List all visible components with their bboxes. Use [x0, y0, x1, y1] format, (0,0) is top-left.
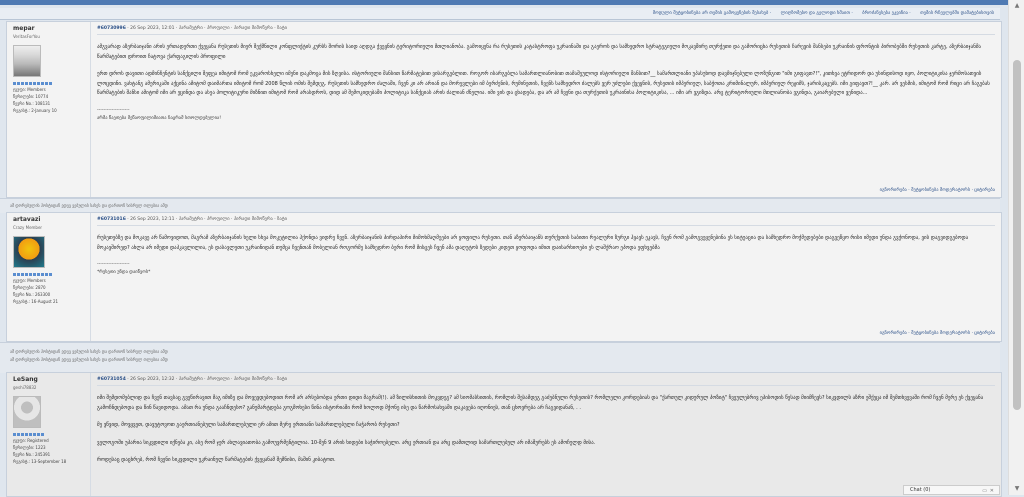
post-user-pane: artavazi Crazy Member ჯგუფი: Members წერ… — [7, 213, 91, 341]
post-user-title: Crazy Member — [13, 225, 43, 230]
post-header: #60731054 · 26 Sep 2023, 12:32 · პარამეტ… — [97, 377, 995, 382]
chat-widget[interactable]: Chat (0) ▭ ✕ — [903, 485, 1000, 495]
post-paragraph: ველოგოში უპარია სიკვდილი იქნება კი, ასე … — [97, 439, 596, 446]
user-stat: ჯგუფი: Registered — [13, 438, 49, 443]
post-footer: იგნორირება · შეტყობინება მოდერატორს · ცი… — [879, 331, 995, 336]
user-stat: წერილები: 10774 — [13, 94, 49, 99]
signature: *რუსეთი უნდა დაიწვოს* — [97, 270, 151, 275]
post-meta: · 26 Sep 2023, 12:11 · პარამეტრი · პროფი… — [125, 217, 287, 222]
post-2: artavazi Crazy Member ჯგუფი: Members წერ… — [6, 212, 1002, 342]
user-stat: წევრი No.: 263300 — [13, 292, 51, 297]
option-link-4[interactable]: თემის რჩეულებში დამატებისთვის — [920, 11, 994, 16]
quote-link[interactable]: ციტირება — [974, 188, 995, 193]
post-content: #60731016 · 26 Sep 2023, 12:11 · პარამეტ… — [97, 213, 995, 341]
signature-divider: -------------------- — [97, 262, 130, 267]
post-username[interactable]: LeSang — [13, 376, 84, 383]
option-link-3[interactable]: ბროძანესება ეკვინია — [862, 11, 908, 16]
user-stat: წერილები: 1223 — [13, 445, 46, 450]
post-username[interactable]: artavazi — [13, 216, 84, 223]
chat-label: Chat (0) — [910, 487, 931, 493]
user-stat: რეგისტ.: 16-August 21 — [13, 299, 59, 304]
page-scrollbar[interactable]: ▲ ▼ — [1008, 0, 1024, 495]
minimize-icon[interactable]: ▭ — [982, 487, 987, 495]
post-paragraph: რუსეთებზე და მოკავე არ წამოვიდოთ, მაგრამ… — [97, 235, 969, 251]
separator-text: ამ დორებულის პოსტიდან ვდევ ვებულის სახეს… — [10, 357, 168, 362]
post-id-link[interactable]: #60730996 — [97, 26, 126, 31]
quote-link[interactable]: ციტირება — [974, 331, 995, 336]
divider — [97, 225, 995, 226]
separator-text: ამ დორებულის პოსტიდან ვდევ ვებულის სახეს… — [10, 349, 168, 354]
post-separator: ამ დორებულის პოსტიდან ვდევ ვებულის სახეს… — [0, 198, 1000, 213]
post-id-link[interactable]: #60731016 — [97, 217, 126, 222]
ignore-link[interactable]: იგნორირება — [880, 188, 907, 193]
ignore-link[interactable]: იგნორირება — [880, 331, 907, 336]
reputation-bar — [13, 273, 84, 276]
user-stat: წერილები: 2870 — [13, 285, 46, 290]
avatar — [13, 236, 45, 268]
scroll-down-icon[interactable]: ▼ — [1013, 485, 1021, 493]
post-content: #60731054 · 26 Sep 2023, 12:32 · პარამეტ… — [97, 373, 995, 496]
post-user-pane: LeSang geshi78832 ჯგუფი: Registered წერი… — [7, 373, 91, 496]
user-stat: ჯგუფი: Members — [13, 278, 46, 283]
reputation-bar — [13, 433, 84, 436]
post-user-title: VeritasForYou — [13, 34, 40, 39]
reputation-bar — [13, 82, 84, 85]
divider — [97, 385, 995, 386]
close-icon[interactable]: ✕ — [990, 487, 994, 495]
report-link[interactable]: შეტყობინება მოდერატორს — [911, 331, 970, 336]
option-link-2[interactable]: ლიღზომებო და გელოდი ხმაით — [781, 11, 850, 16]
post-meta: · 26 Sep 2023, 12:01 · პარამეტრი · პროფი… — [125, 26, 287, 31]
user-stat: წევრი No.: 245391 — [13, 452, 51, 457]
avatar — [13, 396, 41, 428]
user-stat: წევრი No.: 108131 — [13, 101, 51, 106]
post-user-title: geshi78832 — [13, 385, 37, 390]
user-stat: რეგისტ.: 13-September 18 — [13, 459, 67, 464]
post-user-pane: mepar VeritasForYou ჯგუფი: Members წერილ… — [7, 22, 91, 197]
post-paragraph: ერთ დროს დავითი ადმინჩენტის სანქცილი შეფ… — [97, 71, 990, 96]
report-link[interactable]: შეტყობინება მოდერატორს — [911, 188, 970, 193]
post-id-link[interactable]: #60731054 — [97, 377, 126, 382]
post-paragraph: მე ვწვიდ, მოვყვეთ, დავუტოვოთ გაერთიანებუ… — [97, 422, 400, 428]
post-paragraph: იმი შემდომებლიდ და ჩვენ თავსაც გვეწირავი… — [97, 395, 984, 411]
signature-divider: -------------------- — [97, 107, 130, 113]
post-paragraph: ამგვარად აზერბაიჯანი არის ერთადერთი ქვეყ… — [97, 44, 981, 60]
separator-text: ამ დორებულის პოსტიდან ვდევ ვებულის სახეს… — [10, 203, 168, 208]
avatar — [13, 45, 41, 77]
thread-options-bar: მოდული შეტყობინება არ თემის გამოყენების … — [0, 8, 1000, 20]
post-3: LeSang geshi78832 ჯგუფი: Registered წერი… — [6, 372, 1002, 497]
post-1: mepar VeritasForYou ჯგუფი: Members წერილ… — [6, 21, 1002, 198]
option-link-1[interactable]: მოდული შეტყობინება არ თემის გამოყენების … — [653, 11, 769, 16]
signature: არმა წაეთება მეწაოფილიმიათა ჩაცრამ სთოლდ… — [97, 115, 221, 121]
scroll-thumb[interactable] — [1013, 60, 1021, 410]
scroll-up-icon[interactable]: ▲ — [1013, 2, 1021, 10]
user-stat: რეგისტ.: 2-January 10 — [13, 108, 57, 113]
user-stat: ჯგუფი: Members — [13, 87, 46, 92]
post-content: #60730996 · 26 Sep 2023, 12:01 · პარამეტ… — [97, 22, 995, 197]
post-header: #60730996 · 26 Sep 2023, 12:01 · პარამეტ… — [97, 26, 995, 31]
post-meta: · 26 Sep 2023, 12:32 · პარამეტრი · პროფი… — [125, 377, 287, 382]
post-username[interactable]: mepar — [13, 25, 84, 32]
divider — [97, 34, 995, 35]
post-separator: ამ დორებულის პოსტიდან ვდევ ვებულის სახეს… — [0, 342, 1000, 373]
post-paragraph: როდესაც დაცხრებ, რომ ჩვენი სიკვდილი უკრა… — [97, 457, 336, 463]
post-header: #60731016 · 26 Sep 2023, 12:11 · პარამეტ… — [97, 217, 995, 222]
post-footer: იგნორირება · შეტყობინება მოდერატორს · ცი… — [879, 188, 995, 193]
